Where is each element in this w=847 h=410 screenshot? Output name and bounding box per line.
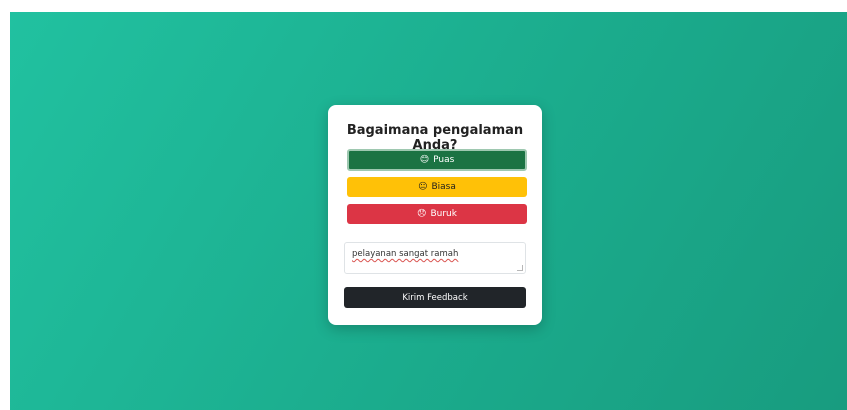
option-buruk-button[interactable]: 😞 Buruk: [347, 204, 527, 224]
option-buruk-label: Buruk: [430, 209, 457, 219]
option-puas-label: Puas: [433, 155, 455, 165]
option-puas-button[interactable]: 😊 Puas: [347, 149, 527, 171]
comment-textarea[interactable]: pelayanan sangat ramah: [344, 242, 526, 274]
smile-face-icon: 😊: [419, 154, 430, 165]
option-biasa-label: Biasa: [431, 182, 456, 192]
page-background: Bagaimana pengalaman Anda? 😊 Puas 😐 Bias…: [10, 12, 847, 410]
resize-handle-icon[interactable]: [517, 265, 523, 271]
comment-text: pelayanan sangat ramah: [352, 249, 459, 259]
option-biasa-button[interactable]: 😐 Biasa: [347, 177, 527, 197]
sad-face-icon: 😞: [417, 208, 427, 219]
feedback-card: Bagaimana pengalaman Anda? 😊 Puas 😐 Bias…: [328, 105, 542, 325]
submit-feedback-button[interactable]: Kirim Feedback: [344, 287, 526, 308]
neutral-face-icon: 😐: [418, 181, 428, 192]
